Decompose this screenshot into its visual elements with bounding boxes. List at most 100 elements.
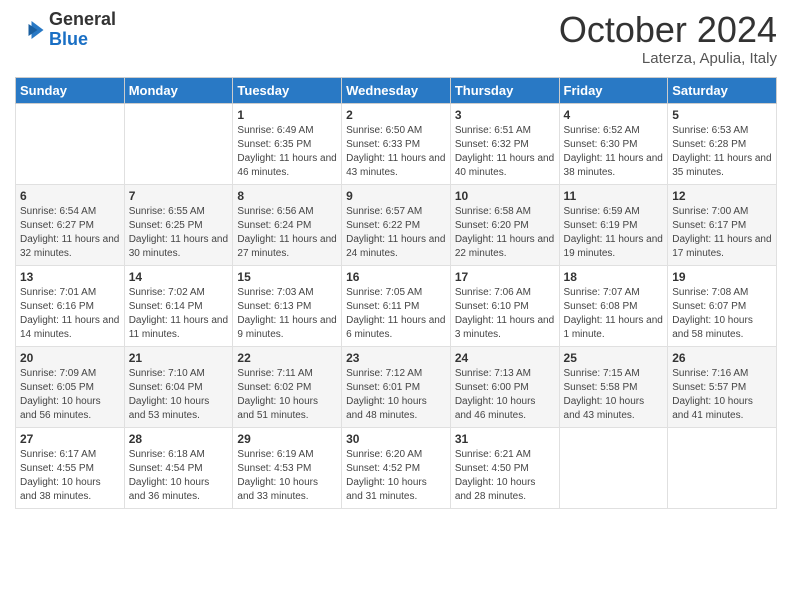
day-info: Sunrise: 7:00 AMSunset: 6:17 PMDaylight:… (672, 205, 772, 261)
title-block: October 2024 Laterza, Apulia, Italy (559, 10, 777, 67)
day-number: 1 (237, 108, 337, 122)
calendar-cell: 13 Sunrise: 7:01 AMSunset: 6:16 PMDayligh… (16, 265, 125, 346)
day-info: Sunrise: 7:09 AMSunset: 6:05 PMDaylight:… (20, 367, 120, 423)
calendar-cell: 3 Sunrise: 6:51 AMSunset: 6:32 PMDaylight… (450, 103, 559, 184)
day-number: 7 (129, 189, 229, 203)
calendar-week-row: 1 Sunrise: 6:49 AMSunset: 6:35 PMDaylight… (16, 103, 777, 184)
calendar-cell: 9 Sunrise: 6:57 AMSunset: 6:22 PMDaylight… (342, 184, 451, 265)
calendar-cell: 15 Sunrise: 7:03 AMSunset: 6:13 PMDayligh… (233, 265, 342, 346)
day-number: 6 (20, 189, 120, 203)
day-info: Sunrise: 6:20 AMSunset: 4:52 PMDaylight:… (346, 448, 446, 504)
day-info: Sunrise: 6:49 AMSunset: 6:35 PMDaylight:… (237, 124, 337, 180)
day-info: Sunrise: 6:19 AMSunset: 4:53 PMDaylight:… (237, 448, 337, 504)
day-number: 26 (672, 351, 772, 365)
calendar-cell: 21Sunrise: 7:10 AMSunset: 6:04 PMDayligh… (124, 346, 233, 427)
day-of-week-saturday: Saturday (668, 77, 777, 103)
day-of-week-monday: Monday (124, 77, 233, 103)
calendar-cell: 19 Sunrise: 7:08 AMSunset: 6:07 PMDayligh… (668, 265, 777, 346)
calendar-cell: 27Sunrise: 6:17 AMSunset: 4:55 PMDayligh… (16, 427, 125, 508)
logo: General Blue (15, 10, 116, 50)
day-number: 14 (129, 270, 229, 284)
day-number: 16 (346, 270, 446, 284)
day-number: 11 (564, 189, 664, 203)
day-info: Sunrise: 7:10 AMSunset: 6:04 PMDaylight:… (129, 367, 229, 423)
calendar-cell: 31Sunrise: 6:21 AMSunset: 4:50 PMDayligh… (450, 427, 559, 508)
calendar-cell: 7 Sunrise: 6:55 AMSunset: 6:25 PMDaylight… (124, 184, 233, 265)
calendar-cell: 26 Sunrise: 7:16 AMSunset: 5:57 PMDayligh… (668, 346, 777, 427)
calendar-cell: 5 Sunrise: 6:53 AMSunset: 6:28 PMDaylight… (668, 103, 777, 184)
day-of-week-thursday: Thursday (450, 77, 559, 103)
day-number: 4 (564, 108, 664, 122)
day-of-week-wednesday: Wednesday (342, 77, 451, 103)
calendar-week-row: 27Sunrise: 6:17 AMSunset: 4:55 PMDayligh… (16, 427, 777, 508)
day-number: 19 (672, 270, 772, 284)
calendar-cell: 10 Sunrise: 6:58 AMSunset: 6:20 PMDayligh… (450, 184, 559, 265)
day-info: Sunrise: 6:52 AMSunset: 6:30 PMDaylight:… (564, 124, 664, 180)
logo-icon (15, 15, 45, 45)
calendar-cell: 11 Sunrise: 6:59 AMSunset: 6:19 PMDayligh… (559, 184, 668, 265)
logo-blue: Blue (49, 30, 116, 50)
day-number: 31 (455, 432, 555, 446)
calendar-cell (16, 103, 125, 184)
day-info: Sunrise: 7:01 AMSunset: 6:16 PMDaylight:… (20, 286, 120, 342)
calendar-cell: 30 Sunrise: 6:20 AMSunset: 4:52 PMDayligh… (342, 427, 451, 508)
day-number: 17 (455, 270, 555, 284)
day-info: Sunrise: 7:12 AMSunset: 6:01 PMDaylight:… (346, 367, 446, 423)
day-info: Sunrise: 6:51 AMSunset: 6:32 PMDaylight:… (455, 124, 555, 180)
calendar-cell: 12 Sunrise: 7:00 AMSunset: 6:17 PMDayligh… (668, 184, 777, 265)
calendar-cell: 6 Sunrise: 6:54 AMSunset: 6:27 PMDaylight… (16, 184, 125, 265)
calendar-cell: 16 Sunrise: 7:05 AMSunset: 6:11 PMDayligh… (342, 265, 451, 346)
day-of-week-friday: Friday (559, 77, 668, 103)
day-info: Sunrise: 6:58 AMSunset: 6:20 PMDaylight:… (455, 205, 555, 261)
day-number: 22 (237, 351, 337, 365)
calendar-cell: 8 Sunrise: 6:56 AMSunset: 6:24 PMDaylight… (233, 184, 342, 265)
day-number: 18 (564, 270, 664, 284)
day-number: 30 (346, 432, 446, 446)
calendar-week-row: 20Sunrise: 7:09 AMSunset: 6:05 PMDayligh… (16, 346, 777, 427)
calendar-week-row: 6 Sunrise: 6:54 AMSunset: 6:27 PMDaylight… (16, 184, 777, 265)
day-of-week-sunday: Sunday (16, 77, 125, 103)
day-info: Sunrise: 6:18 AMSunset: 4:54 PMDaylight:… (129, 448, 229, 504)
day-number: 25 (564, 351, 664, 365)
calendar-week-row: 13 Sunrise: 7:01 AMSunset: 6:16 PMDayligh… (16, 265, 777, 346)
day-info: Sunrise: 6:59 AMSunset: 6:19 PMDaylight:… (564, 205, 664, 261)
calendar-cell: 23 Sunrise: 7:12 AMSunset: 6:01 PMDayligh… (342, 346, 451, 427)
day-info: Sunrise: 6:54 AMSunset: 6:27 PMDaylight:… (20, 205, 120, 261)
day-info: Sunrise: 6:55 AMSunset: 6:25 PMDaylight:… (129, 205, 229, 261)
day-number: 5 (672, 108, 772, 122)
day-number: 13 (20, 270, 120, 284)
day-info: Sunrise: 7:03 AMSunset: 6:13 PMDaylight:… (237, 286, 337, 342)
calendar-page: General Blue October 2024 Laterza, Apuli… (0, 0, 792, 612)
day-number: 29 (237, 432, 337, 446)
day-of-week-tuesday: Tuesday (233, 77, 342, 103)
day-number: 15 (237, 270, 337, 284)
calendar-cell: 25 Sunrise: 7:15 AMSunset: 5:58 PMDayligh… (559, 346, 668, 427)
calendar-cell: 4 Sunrise: 6:52 AMSunset: 6:30 PMDaylight… (559, 103, 668, 184)
day-number: 12 (672, 189, 772, 203)
calendar-table: SundayMondayTuesdayWednesdayThursdayFrid… (15, 77, 777, 509)
calendar-cell (559, 427, 668, 508)
day-number: 23 (346, 351, 446, 365)
month-title: October 2024 (559, 10, 777, 50)
calendar-cell: 28 Sunrise: 6:18 AMSunset: 4:54 PMDayligh… (124, 427, 233, 508)
calendar-cell (668, 427, 777, 508)
day-number: 28 (129, 432, 229, 446)
day-number: 3 (455, 108, 555, 122)
day-info: Sunrise: 7:13 AMSunset: 6:00 PMDaylight:… (455, 367, 555, 423)
day-number: 10 (455, 189, 555, 203)
day-info: Sunrise: 7:11 AMSunset: 6:02 PMDaylight:… (237, 367, 337, 423)
calendar-cell: 2Sunrise: 6:50 AMSunset: 6:33 PMDaylight… (342, 103, 451, 184)
day-number: 8 (237, 189, 337, 203)
logo-text: General Blue (49, 10, 116, 50)
day-number: 9 (346, 189, 446, 203)
day-info: Sunrise: 7:16 AMSunset: 5:57 PMDaylight:… (672, 367, 772, 423)
logo-general: General (49, 10, 116, 30)
day-info: Sunrise: 7:08 AMSunset: 6:07 PMDaylight:… (672, 286, 772, 342)
day-info: Sunrise: 7:15 AMSunset: 5:58 PMDaylight:… (564, 367, 664, 423)
day-info: Sunrise: 6:57 AMSunset: 6:22 PMDaylight:… (346, 205, 446, 261)
calendar-cell: 22 Sunrise: 7:11 AMSunset: 6:02 PMDayligh… (233, 346, 342, 427)
day-info: Sunrise: 6:56 AMSunset: 6:24 PMDaylight:… (237, 205, 337, 261)
day-info: Sunrise: 6:53 AMSunset: 6:28 PMDaylight:… (672, 124, 772, 180)
calendar-cell: 1 Sunrise: 6:49 AMSunset: 6:35 PMDaylight… (233, 103, 342, 184)
day-info: Sunrise: 7:05 AMSunset: 6:11 PMDaylight:… (346, 286, 446, 342)
